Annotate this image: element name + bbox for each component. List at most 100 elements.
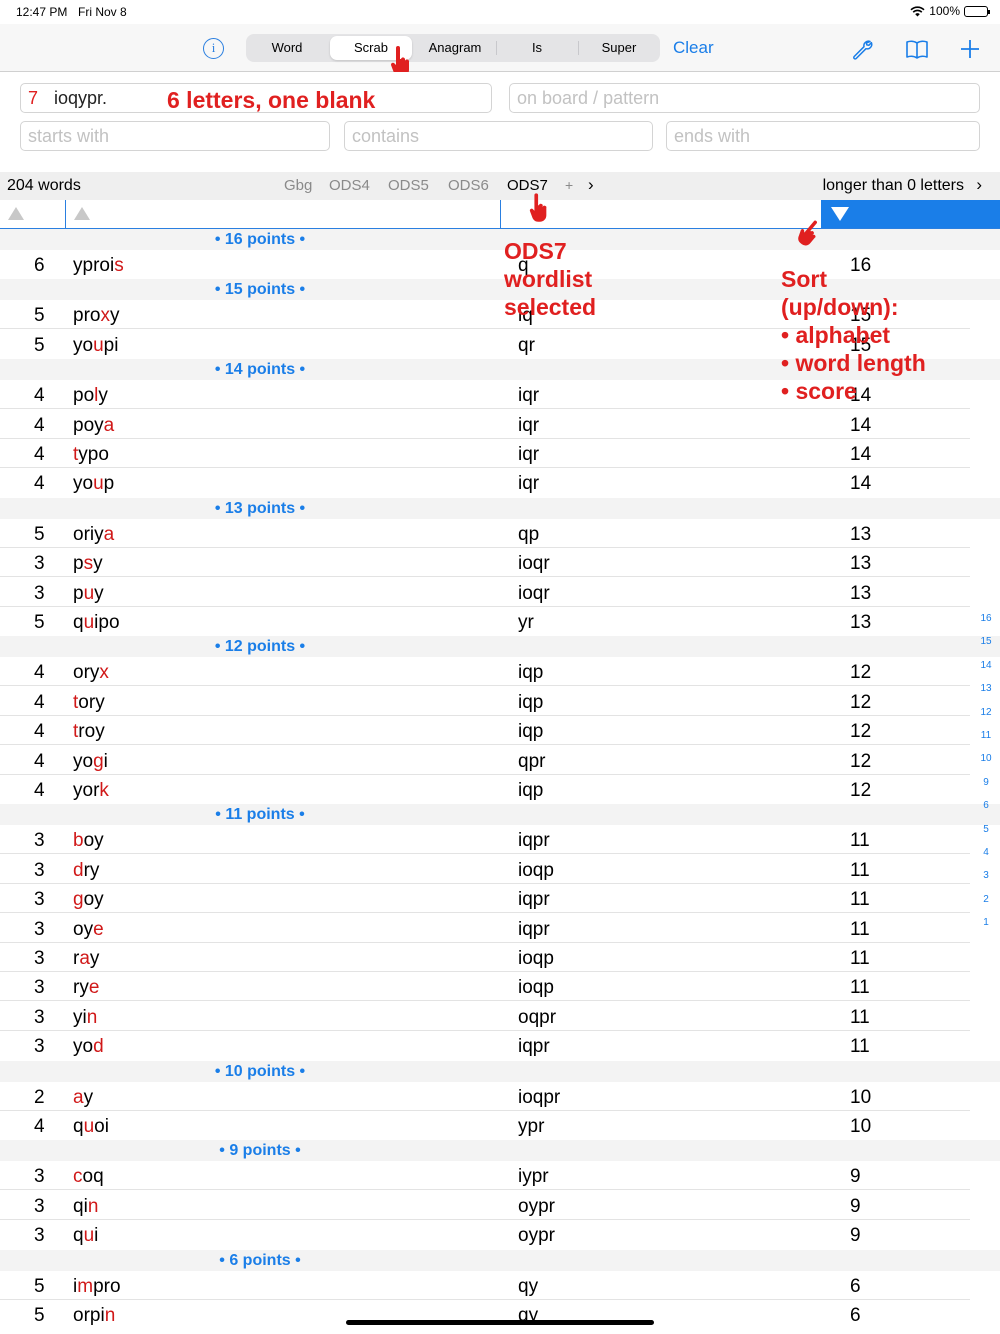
section-index-item[interactable]: 5 xyxy=(976,822,996,845)
word-text: quoi xyxy=(73,1116,109,1137)
section-index-item[interactable]: 6 xyxy=(976,798,996,821)
word-score: 6 xyxy=(850,1305,861,1326)
word-text: proxy xyxy=(73,305,120,327)
result-row[interactable]: 5 impro qy 6 xyxy=(0,1271,970,1300)
section-index-item[interactable]: 16 xyxy=(976,611,996,634)
result-row[interactable]: 4 york iqp 12 xyxy=(0,775,970,804)
result-row[interactable]: 4 troy iqp 12 xyxy=(0,716,970,746)
section-index-item[interactable]: 11 xyxy=(976,728,996,751)
mode-segmented-control: Word Scrab Anagram Is Super xyxy=(246,34,660,62)
leftover-letters: oqpr xyxy=(518,1006,557,1028)
result-row[interactable]: 2 ay ioqpr 10 xyxy=(0,1082,970,1111)
section-index-item[interactable]: 13 xyxy=(976,681,996,704)
section-index[interactable]: 16 15 14 13 12 11 10 9 6 5 4 3 2 1 xyxy=(976,611,996,938)
tab-is[interactable]: Is xyxy=(496,34,578,62)
word-text: tory xyxy=(73,691,105,713)
result-row[interactable]: 3 dry ioqp 11 xyxy=(0,855,970,884)
result-row[interactable]: 4 quoi ypr 10 xyxy=(0,1111,970,1140)
section-index-item[interactable]: 1 xyxy=(976,915,996,938)
word-length: 4 xyxy=(34,780,45,801)
word-score: 12 xyxy=(850,662,872,684)
word-score: 10 xyxy=(850,1116,872,1137)
result-row[interactable]: 5 oriya qp 13 xyxy=(0,519,970,548)
clear-button[interactable]: Clear xyxy=(673,38,714,58)
word-score: 11 xyxy=(850,918,870,940)
wrench-icon[interactable] xyxy=(850,37,874,61)
result-row[interactable]: 3 yod iqpr 11 xyxy=(0,1031,970,1060)
annotation-letters: 6 letters, one blank xyxy=(167,87,376,113)
word-text: yprois xyxy=(73,255,124,276)
result-row[interactable]: 3 qin oypr 9 xyxy=(0,1191,970,1220)
result-row[interactable]: 3 ray ioqp 11 xyxy=(0,943,970,972)
leftover-letters: iqr xyxy=(518,473,540,495)
result-row[interactable]: 3 puy ioqr 13 xyxy=(0,578,970,607)
sort-length-button[interactable] xyxy=(0,200,66,228)
result-row[interactable]: 5 quipo yr 13 xyxy=(0,607,970,636)
word-length: 4 xyxy=(34,750,45,772)
result-row[interactable]: 3 boy iqpr 11 xyxy=(0,825,970,855)
result-row[interactable]: 4 typo iqr 14 xyxy=(0,439,970,468)
section-index-item[interactable]: 12 xyxy=(976,705,996,728)
sort-alphabet-button[interactable] xyxy=(66,200,501,228)
wordlist-gbg[interactable]: Gbg xyxy=(284,177,312,194)
leftover-letters: qy xyxy=(518,1275,539,1297)
word-length: 4 xyxy=(34,662,45,684)
tab-anagram[interactable]: Anagram xyxy=(414,34,496,62)
wordlist-ods6[interactable]: ODS6 xyxy=(448,177,489,194)
status-bar: 12:47 PM Fri Nov 8 100% xyxy=(0,0,1000,24)
length-filter-chevron-icon[interactable]: › xyxy=(976,175,982,195)
section-index-item[interactable]: 10 xyxy=(976,751,996,774)
result-row[interactable]: 3 qui oypr 9 xyxy=(0,1220,970,1249)
leftover-letters: iqr xyxy=(518,414,540,436)
result-row[interactable]: 3 goy iqpr 11 xyxy=(0,884,970,914)
status-time: 12:47 PM xyxy=(16,5,68,19)
chevron-right-icon[interactable]: › xyxy=(588,175,594,195)
length-filter[interactable]: longer than 0 letters xyxy=(823,177,964,195)
word-score: 10 xyxy=(850,1086,872,1108)
contains-field[interactable]: contains xyxy=(344,121,653,151)
section-index-item[interactable]: 3 xyxy=(976,868,996,891)
result-row[interactable]: 4 tory iqp 12 xyxy=(0,687,970,716)
result-row[interactable]: 4 poya iqr 14 xyxy=(0,410,970,439)
result-row[interactable]: 4 yogi qpr 12 xyxy=(0,746,970,775)
word-text: qui xyxy=(73,1225,99,1247)
pattern-field[interactable]: on board / pattern xyxy=(509,83,980,113)
section-index-item[interactable]: 14 xyxy=(976,658,996,681)
result-row[interactable]: 3 coq iypr 9 xyxy=(0,1161,970,1191)
result-row[interactable]: 3 rye ioqp 11 xyxy=(0,972,970,1002)
word-text: ay xyxy=(73,1086,94,1108)
word-text: oryx xyxy=(73,662,109,684)
tab-word[interactable]: Word xyxy=(246,34,328,62)
leftover-letters: iqpr xyxy=(518,889,550,911)
info-icon[interactable]: i xyxy=(203,38,224,59)
section-index-item[interactable]: 4 xyxy=(976,845,996,868)
pointer-hand-icon xyxy=(529,193,547,222)
word-length: 4 xyxy=(34,721,45,743)
tab-super[interactable]: Super xyxy=(578,34,660,62)
plus-icon[interactable] xyxy=(958,37,982,61)
ends-with-field[interactable]: ends with xyxy=(666,121,980,151)
section-index-item[interactable]: 15 xyxy=(976,634,996,657)
book-icon[interactable] xyxy=(905,37,929,61)
wordlist-ods4[interactable]: ODS4 xyxy=(329,177,370,194)
leftover-letters: ioqp xyxy=(518,977,554,999)
sort-score-button[interactable] xyxy=(821,200,1000,228)
sort-down-icon xyxy=(831,207,849,221)
group-header: • 16 points • xyxy=(0,229,1000,250)
word-score: 11 xyxy=(850,1036,870,1058)
result-row[interactable]: 3 oye iqpr 11 xyxy=(0,914,970,943)
nav-bar: i Word Scrab Anagram Is Super Clear xyxy=(0,24,1000,77)
battery-percent: 100% xyxy=(929,4,960,18)
word-score: 14 xyxy=(850,473,872,495)
result-row[interactable]: 3 psy ioqr 13 xyxy=(0,548,970,578)
wordlist-ods7[interactable]: ODS7 xyxy=(507,177,548,194)
result-row[interactable]: 3 yin oqpr 11 xyxy=(0,1002,970,1031)
starts-with-field[interactable]: starts with xyxy=(20,121,330,151)
section-index-item[interactable]: 9 xyxy=(976,775,996,798)
result-row[interactable]: 4 oryx iqp 12 xyxy=(0,657,970,687)
add-wordlist-button[interactable]: + xyxy=(565,177,573,193)
section-index-item[interactable]: 2 xyxy=(976,892,996,915)
word-length: 3 xyxy=(34,553,45,575)
result-row[interactable]: 4 youp iqr 14 xyxy=(0,468,970,497)
wordlist-ods5[interactable]: ODS5 xyxy=(388,177,429,194)
